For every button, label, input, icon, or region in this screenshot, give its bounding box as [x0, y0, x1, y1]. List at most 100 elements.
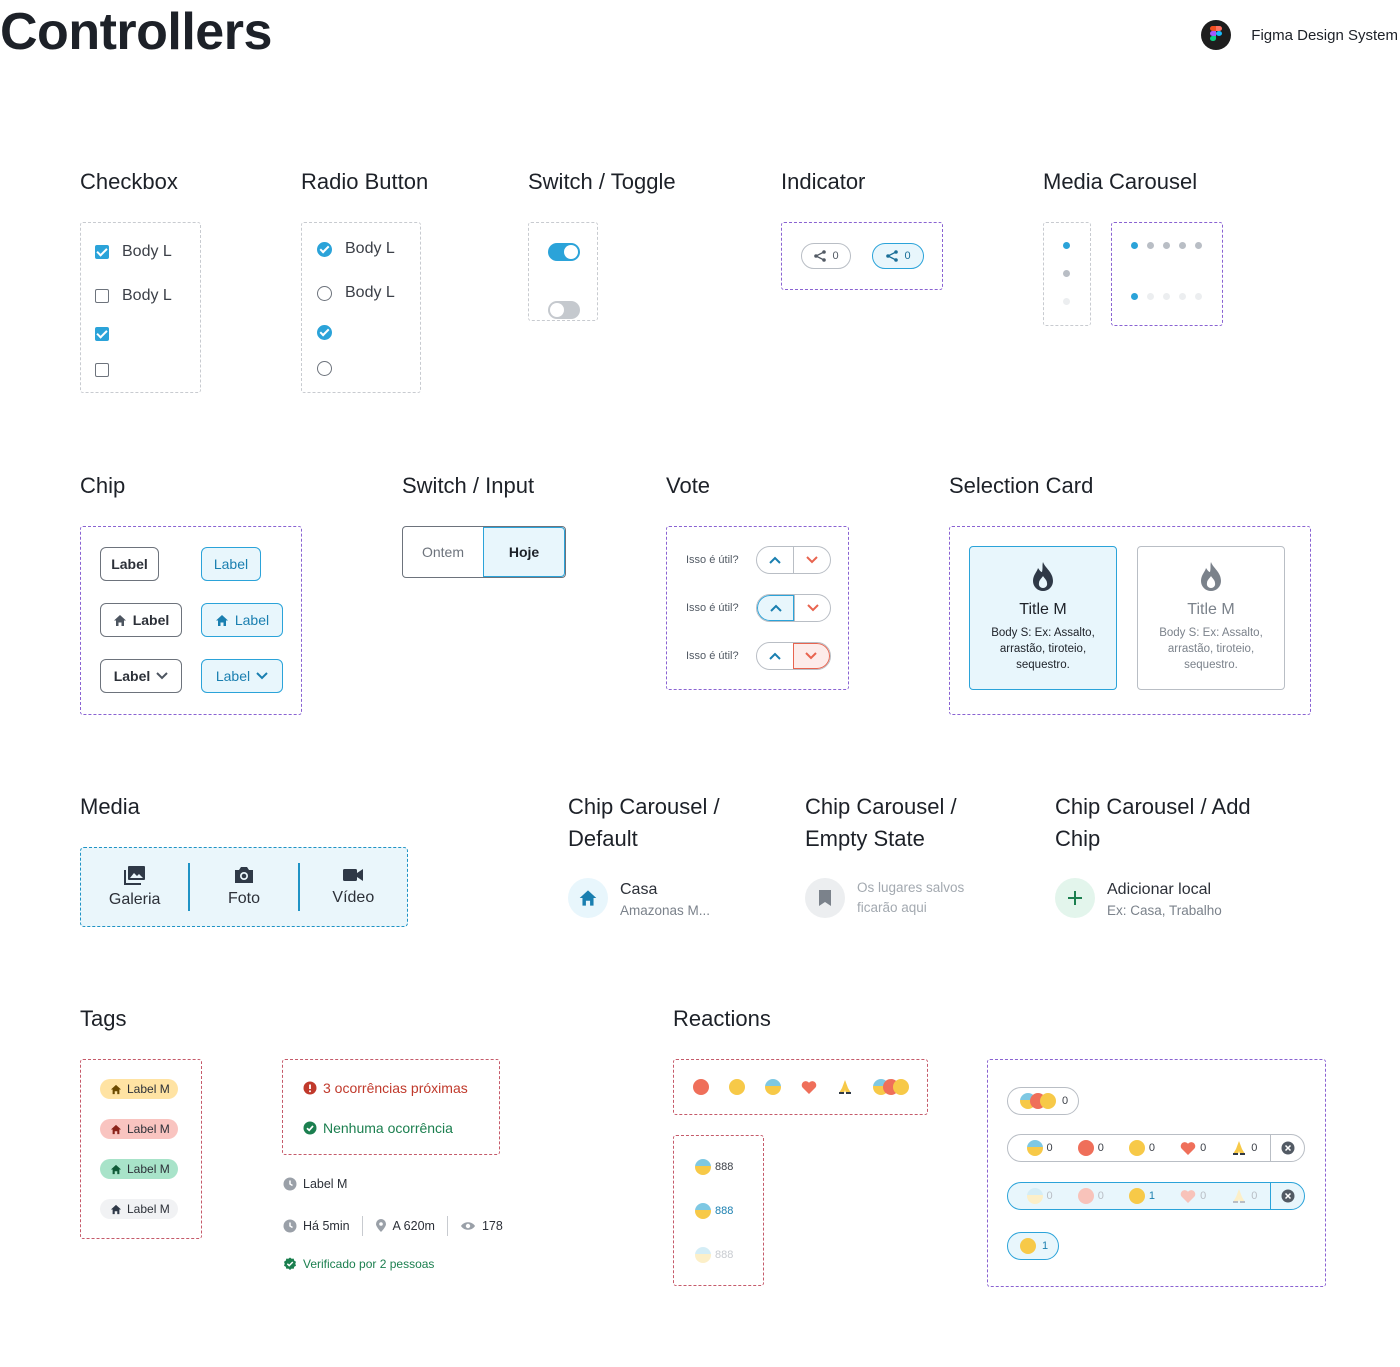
angry-emoji-icon[interactable]: [693, 1079, 709, 1095]
radio-unchecked[interactable]: [317, 361, 332, 376]
reaction-close-button[interactable]: [1270, 1183, 1304, 1209]
chip-label: Label: [113, 668, 151, 684]
toggle-on[interactable]: [548, 243, 580, 261]
vote-buttons: [756, 546, 831, 574]
meta-divider: [446, 1216, 448, 1236]
share-icon: [814, 250, 827, 262]
vote-up-button-active[interactable]: [757, 595, 794, 621]
chip-default[interactable]: Label: [100, 547, 159, 581]
checkbox-row[interactable]: Body L: [95, 243, 172, 261]
stacked-emojis-icon[interactable]: [873, 1079, 909, 1095]
segment-hoje[interactable]: Hoje: [483, 527, 565, 577]
heart-icon[interactable]: [801, 1080, 817, 1095]
chip-selected[interactable]: Label: [201, 547, 261, 581]
reaction-bar-selected: 0 0 1 0 0: [1007, 1182, 1305, 1210]
vote-down-button-active[interactable]: [792, 643, 830, 669]
carousel-dot[interactable]: [1063, 298, 1070, 305]
radio-unchecked[interactable]: [317, 285, 332, 301]
carousel-dot[interactable]: [1179, 293, 1186, 300]
chip-carousel-default-item[interactable]: Casa Amazonas M...: [568, 878, 710, 918]
vote-up-button[interactable]: [757, 547, 793, 573]
carousel-dot[interactable]: [1195, 242, 1202, 249]
carousel-dot-active[interactable]: [1131, 293, 1138, 300]
checkbox-row[interactable]: Body L: [95, 287, 172, 305]
selection-card-selected[interactable]: Title M Body S: Ex: Assalto, arrastão, t…: [969, 546, 1117, 690]
media-video-button[interactable]: Vídeo: [300, 867, 407, 907]
media-photo-button[interactable]: Foto: [190, 866, 297, 908]
home-chip-circle: [568, 878, 608, 918]
segment-ontem[interactable]: Ontem: [403, 527, 483, 577]
reaction-pray[interactable]: 0: [1231, 1188, 1257, 1204]
radio-checked[interactable]: [317, 325, 332, 340]
reaction-count-group: 888 888 888: [673, 1135, 764, 1286]
radio-row[interactable]: Body L: [317, 284, 395, 302]
radio-checked[interactable]: [317, 241, 332, 257]
checkbox-checked[interactable]: [95, 245, 109, 259]
carousel-dot[interactable]: [1063, 270, 1070, 277]
reaction-pray[interactable]: 0: [1231, 1140, 1257, 1156]
tag-warning: Label M: [100, 1079, 178, 1099]
meta-distance: A 620m: [375, 1219, 435, 1233]
home-icon: [215, 614, 228, 626]
vote-down-button[interactable]: [793, 547, 830, 573]
verified-text: Verificado por 2 pessoas: [303, 1257, 435, 1271]
carousel-dot-active[interactable]: [1063, 242, 1070, 249]
reaction-single-pill[interactable]: 1: [1007, 1232, 1059, 1260]
carousel-dot[interactable]: [1195, 293, 1202, 300]
reaction-count-value: 1: [1148, 1190, 1156, 1202]
home-icon: [110, 1204, 122, 1214]
reaction-close-button[interactable]: [1270, 1135, 1304, 1161]
meta-time-text: Há 5min: [303, 1219, 350, 1233]
vote-down-button[interactable]: [794, 595, 830, 621]
angry-emoji-icon: [1077, 1140, 1094, 1156]
reaction-count-value: 1: [1042, 1240, 1049, 1252]
selection-card-default[interactable]: Title M Body S: Ex: Assalto, arrastão, t…: [1137, 546, 1285, 690]
carousel-dot-active[interactable]: [1131, 242, 1138, 249]
carousel-dot[interactable]: [1147, 293, 1154, 300]
reaction-sad-selected[interactable]: 1: [1128, 1188, 1156, 1204]
reaction-summary-pill[interactable]: 0: [1007, 1087, 1079, 1115]
share-indicator-active[interactable]: 0: [872, 243, 924, 269]
chevron-down-icon: [805, 652, 817, 660]
chip-with-icon-selected[interactable]: Label: [201, 603, 283, 637]
home-icon: [110, 1164, 122, 1174]
checkbox-checked[interactable]: [95, 327, 109, 341]
reaction-bar-group: 0 0 0 0 0 0 0 0 1 0 0 1: [987, 1059, 1326, 1287]
reaction-scared[interactable]: 0: [1026, 1188, 1053, 1204]
reaction-heart[interactable]: 0: [1180, 1189, 1206, 1204]
scared-emoji-icon[interactable]: [765, 1079, 781, 1095]
carousel-dot[interactable]: [1179, 242, 1186, 249]
chip-with-icon[interactable]: Label: [100, 603, 182, 637]
reaction-sad[interactable]: 0: [1128, 1140, 1155, 1156]
sad-emoji-icon[interactable]: [729, 1079, 745, 1095]
media-gallery-button[interactable]: Galeria: [81, 865, 188, 909]
carousel-dot[interactable]: [1163, 242, 1170, 249]
figma-logo-icon: [1201, 20, 1232, 50]
share-indicator[interactable]: 0: [801, 243, 851, 269]
reaction-count-active[interactable]: 888: [695, 1203, 733, 1219]
share-count: 0: [832, 250, 839, 262]
checkbox-unchecked[interactable]: [95, 289, 109, 303]
vote-up-button[interactable]: [757, 643, 793, 669]
meta-label-text: Label M: [303, 1177, 348, 1191]
reaction-heart[interactable]: 0: [1180, 1141, 1206, 1156]
chip-dropdown-selected[interactable]: Label: [201, 659, 283, 693]
checkbox-label: Body L: [122, 243, 172, 260]
radio-row[interactable]: Body L: [317, 240, 395, 258]
praying-hands-icon[interactable]: [837, 1079, 853, 1095]
carousel-dot[interactable]: [1147, 242, 1154, 249]
chip-dropdown[interactable]: Label: [100, 659, 182, 693]
reaction-scared[interactable]: 0: [1026, 1140, 1053, 1156]
reaction-angry[interactable]: 0: [1077, 1140, 1104, 1156]
chip-carousel-add-item[interactable]: Adicionar local Ex: Casa, Trabalho: [1055, 878, 1222, 918]
reaction-angry[interactable]: 0: [1077, 1188, 1104, 1204]
vote-question: Isso é útil?: [686, 554, 739, 566]
toggle-off[interactable]: [548, 301, 580, 319]
carousel-dot[interactable]: [1163, 293, 1170, 300]
reaction-count[interactable]: 888: [695, 1159, 733, 1175]
checkbox-unchecked[interactable]: [95, 363, 109, 377]
section-title-chip: Chip: [80, 473, 126, 498]
chevron-down-icon: [806, 604, 819, 612]
carousel-dots-row: [1131, 293, 1202, 300]
radio-label: Body L: [345, 240, 395, 257]
